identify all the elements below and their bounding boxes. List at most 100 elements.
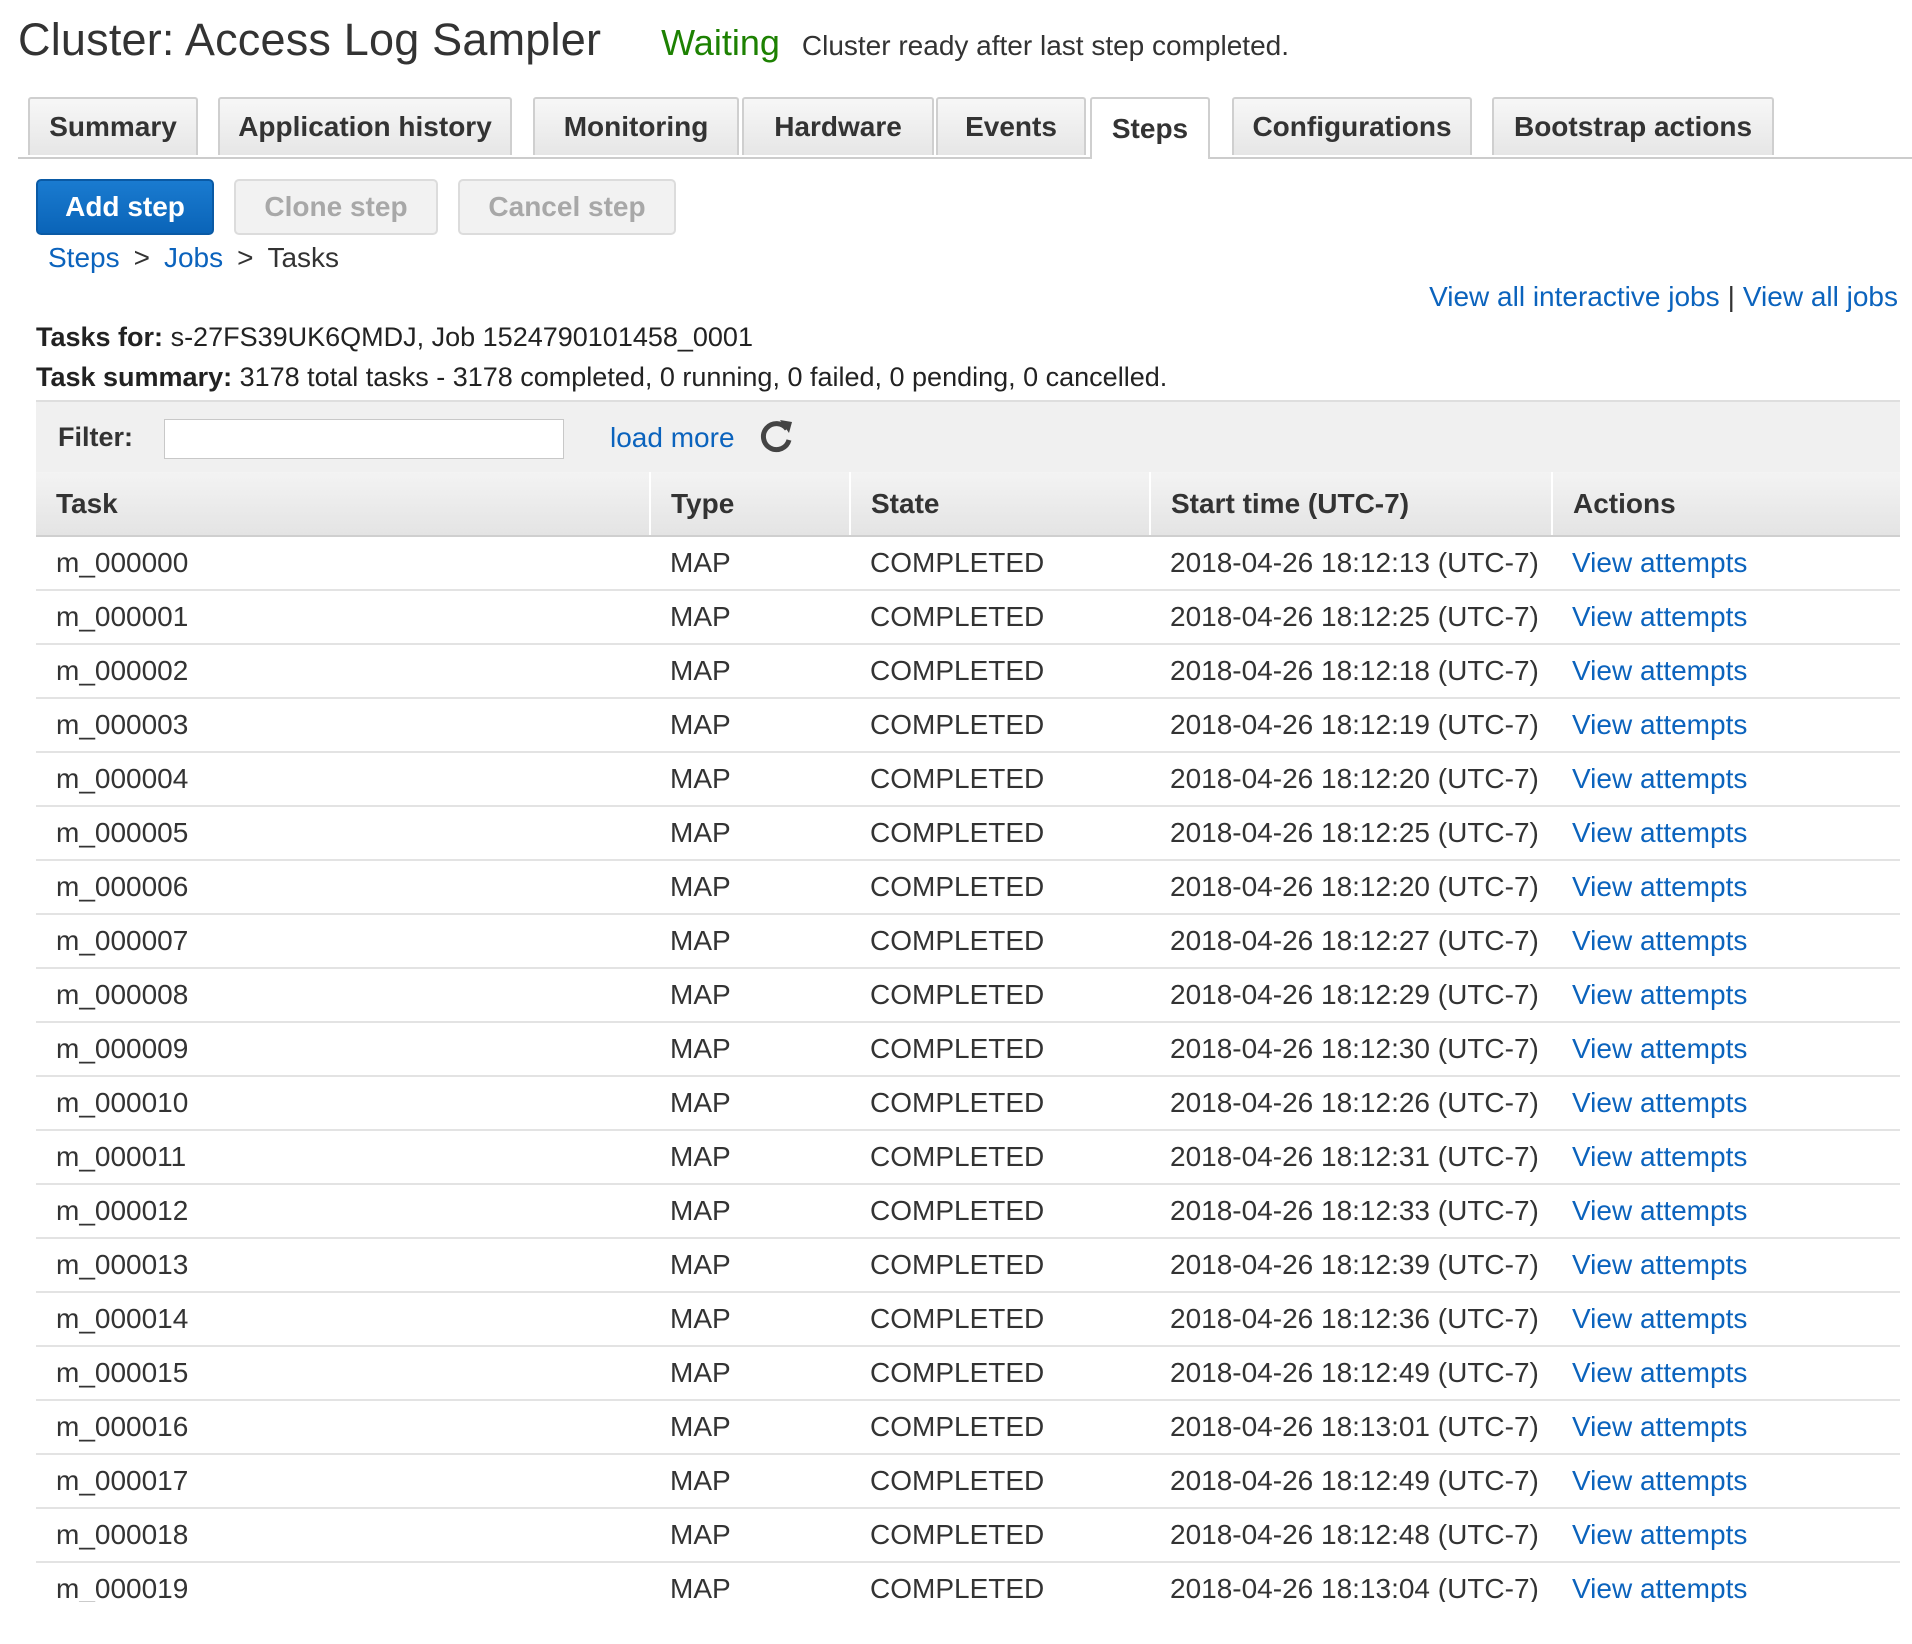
table-row: m_000018 MAP COMPLETED 2018-04-26 18:12:48 … (36, 1508, 1900, 1563)
task-state-cell: COMPLETED (850, 1184, 1150, 1239)
tab-summary[interactable]: Summary (28, 97, 198, 155)
view-attempts-link[interactable]: View attempts (1572, 1465, 1747, 1496)
table-row: m_000005 MAP COMPLETED 2018-04-26 18:12:25 … (36, 806, 1900, 861)
task-summary-line: Task summary: 3178 total tasks - 3178 co… (36, 362, 1167, 393)
task-type-cell: MAP (650, 1130, 850, 1185)
task-state-cell: COMPLETED (850, 1400, 1150, 1455)
view-attempts-link[interactable]: View attempts (1572, 1519, 1747, 1550)
job-links: View all interactive jobs | View all jobs (1429, 281, 1898, 313)
cluster-status: Waiting (661, 22, 780, 63)
view-attempts-link[interactable]: View attempts (1572, 1573, 1747, 1602)
tasks-for-label: Tasks for: (36, 322, 164, 352)
table-row: m_000002 MAP COMPLETED 2018-04-26 18:12:18 … (36, 644, 1900, 699)
view-attempts-link[interactable]: View attempts (1572, 979, 1747, 1010)
filter-bar: Filter: load more (36, 400, 1900, 472)
table-row: m_000017 MAP COMPLETED 2018-04-26 18:12:49 … (36, 1454, 1900, 1509)
column-header-task[interactable]: Task (36, 472, 650, 537)
cancel-step-button[interactable]: Cancel step (458, 179, 676, 235)
task-type-cell: MAP (650, 1346, 850, 1401)
view-attempts-link[interactable]: View attempts (1572, 709, 1747, 740)
emr-cluster-page: Cluster: Access Log Sampler Waiting Clus… (0, 0, 1912, 1644)
task-type-cell: MAP (650, 1238, 850, 1293)
tab-events[interactable]: Events (936, 97, 1086, 155)
column-header-actions: Actions (1551, 472, 1900, 537)
actions-cell: View attempts (1552, 698, 1900, 753)
table-row: m_000006 MAP COMPLETED 2018-04-26 18:12:20 … (36, 860, 1900, 915)
add-step-button[interactable]: Add step (36, 179, 214, 235)
view-attempts-link[interactable]: View attempts (1572, 655, 1747, 686)
table-row: m_000003 MAP COMPLETED 2018-04-26 18:12:19 … (36, 698, 1900, 753)
tab-hardware[interactable]: Hardware (742, 97, 934, 155)
tab-application-history[interactable]: Application history (218, 97, 512, 155)
page-title: Cluster: Access Log Sampler (18, 14, 602, 65)
task-id-cell: m_000014 (36, 1292, 650, 1347)
column-header-start-time[interactable]: Start time (UTC-7) (1149, 472, 1552, 537)
tab-configurations[interactable]: Configurations (1232, 97, 1472, 155)
view-attempts-link[interactable]: View attempts (1572, 1033, 1747, 1064)
task-id-cell: m_000004 (36, 752, 650, 807)
view-attempts-link[interactable]: View attempts (1572, 601, 1747, 632)
view-attempts-link[interactable]: View attempts (1572, 925, 1747, 956)
cluster-header: Cluster: Access Log Sampler Waiting Clus… (18, 14, 1289, 78)
table-body: m_000000 MAP COMPLETED 2018-04-26 18:12:13 … (36, 536, 1900, 1602)
breadcrumb-jobs[interactable]: Jobs (164, 242, 223, 273)
task-start-time-cell: 2018-04-26 18:12:33 (UTC-7) (1150, 1184, 1552, 1239)
task-start-time-cell: 2018-04-26 18:13:04 (UTC-7) (1150, 1562, 1552, 1602)
view-all-jobs-link[interactable]: View all jobs (1743, 281, 1898, 312)
load-more-link[interactable]: load more (610, 422, 735, 454)
task-id-cell: m_000015 (36, 1346, 650, 1401)
task-start-time-cell: 2018-04-26 18:12:29 (UTC-7) (1150, 968, 1552, 1023)
table-row: m_000001 MAP COMPLETED 2018-04-26 18:12:25 … (36, 590, 1900, 645)
view-attempts-link[interactable]: View attempts (1572, 547, 1747, 578)
actions-cell: View attempts (1552, 1562, 1900, 1602)
tasks-for-line: Tasks for: s-27FS39UK6QMDJ, Job 15247901… (36, 322, 753, 353)
breadcrumb-separator: > (133, 242, 150, 273)
table-row: m_000012 MAP COMPLETED 2018-04-26 18:12:33 … (36, 1184, 1900, 1239)
actions-cell: View attempts (1552, 1184, 1900, 1239)
task-state-cell: COMPLETED (850, 1508, 1150, 1563)
view-attempts-link[interactable]: View attempts (1572, 1303, 1747, 1334)
task-id-cell: m_000002 (36, 644, 650, 699)
breadcrumb-steps[interactable]: Steps (48, 242, 120, 273)
task-state-cell: COMPLETED (850, 1238, 1150, 1293)
task-type-cell: MAP (650, 698, 850, 753)
task-start-time-cell: 2018-04-26 18:12:30 (UTC-7) (1150, 1022, 1552, 1077)
table-row: m_000004 MAP COMPLETED 2018-04-26 18:12:20 … (36, 752, 1900, 807)
task-state-cell: COMPLETED (850, 860, 1150, 915)
task-type-cell: MAP (650, 1508, 850, 1563)
table-row: m_000008 MAP COMPLETED 2018-04-26 18:12:29 … (36, 968, 1900, 1023)
tab-monitoring[interactable]: Monitoring (533, 97, 739, 155)
refresh-icon[interactable] (756, 416, 796, 456)
view-attempts-link[interactable]: View attempts (1572, 1141, 1747, 1172)
task-id-cell: m_000012 (36, 1184, 650, 1239)
task-start-time-cell: 2018-04-26 18:12:49 (UTC-7) (1150, 1454, 1552, 1509)
view-attempts-link[interactable]: View attempts (1572, 817, 1747, 848)
actions-cell: View attempts (1552, 752, 1900, 807)
task-id-cell: m_000017 (36, 1454, 650, 1509)
view-attempts-link[interactable]: View attempts (1572, 1249, 1747, 1280)
task-summary-label: Task summary: (36, 362, 233, 392)
view-attempts-link[interactable]: View attempts (1572, 1357, 1747, 1388)
task-id-cell: m_000009 (36, 1022, 650, 1077)
view-attempts-link[interactable]: View attempts (1572, 1195, 1747, 1226)
cluster-status-message: Cluster ready after last step completed. (801, 30, 1289, 61)
task-type-cell: MAP (650, 1022, 850, 1077)
view-attempts-link[interactable]: View attempts (1572, 1087, 1747, 1118)
view-attempts-link[interactable]: View attempts (1572, 763, 1747, 794)
task-type-cell: MAP (650, 752, 850, 807)
task-state-cell: COMPLETED (850, 536, 1150, 591)
table-row: m_000014 MAP COMPLETED 2018-04-26 18:12:36 … (36, 1292, 1900, 1347)
column-header-type[interactable]: Type (649, 472, 850, 537)
tab-steps[interactable]: Steps (1090, 97, 1210, 159)
view-attempts-link[interactable]: View attempts (1572, 871, 1747, 902)
task-type-cell: MAP (650, 1076, 850, 1131)
column-header-state[interactable]: State (849, 472, 1150, 537)
task-type-cell: MAP (650, 590, 850, 645)
tab-bootstrap-actions[interactable]: Bootstrap actions (1492, 97, 1774, 155)
table-row: m_000007 MAP COMPLETED 2018-04-26 18:12:27 … (36, 914, 1900, 969)
filter-input[interactable] (164, 419, 564, 459)
view-all-interactive-jobs-link[interactable]: View all interactive jobs (1429, 281, 1720, 312)
clone-step-button[interactable]: Clone step (234, 179, 438, 235)
task-state-cell: COMPLETED (850, 1022, 1150, 1077)
view-attempts-link[interactable]: View attempts (1572, 1411, 1747, 1442)
